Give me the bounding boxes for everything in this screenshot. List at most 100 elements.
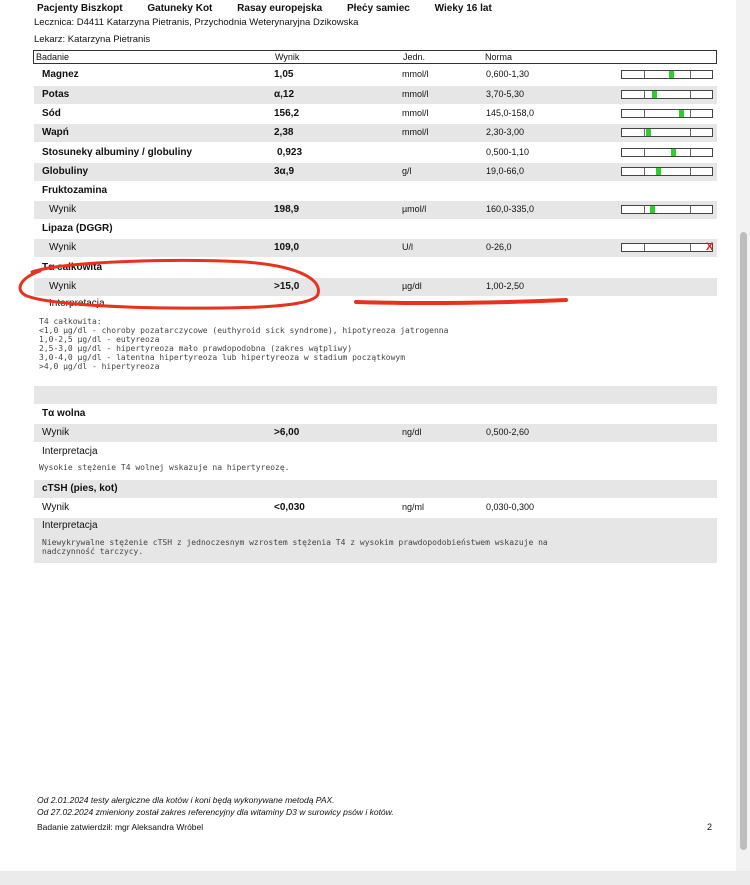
- test-unit: g/l: [402, 166, 412, 176]
- test-name: Stosunekγ albuminy / globuliny: [42, 147, 193, 158]
- range-gauge: [621, 167, 713, 176]
- result-label: Wynik: [42, 427, 70, 438]
- test-norm: 0,600-1,30: [486, 69, 530, 79]
- bottom-bar: [0, 871, 750, 885]
- report-page: Pacjenty Biszkopt Gatuneky Kot Rasay eur…: [0, 0, 736, 885]
- section-title: Tα całkowita: [34, 259, 717, 277]
- range-marker: [646, 129, 651, 136]
- test-norm: 0,500-2,60: [486, 427, 530, 437]
- test-name: Lipaza (DGGR): [42, 223, 113, 234]
- test-unit: U/l: [402, 242, 413, 252]
- patient-name: Pacjenty Biszkopt: [37, 3, 123, 14]
- col-unit: Jedn.: [403, 52, 426, 62]
- spacer-row: [34, 386, 717, 404]
- range-gauge: [621, 109, 713, 118]
- page-number: 2: [707, 822, 713, 832]
- test-name: Tα całkowita: [42, 262, 103, 273]
- range-marker: [679, 110, 684, 117]
- patient-breed: Rasay europejska: [237, 3, 323, 14]
- interpretation-label: Interpretacja: [42, 520, 98, 531]
- interpretation-label: Interpretacja: [42, 446, 98, 457]
- patient-species: Gatuneky Kot: [147, 3, 213, 14]
- table-row: Potas α,12 mmol/l 3,70-5,30: [34, 86, 717, 104]
- section-title: Lipaza (DGGR): [34, 220, 717, 238]
- test-unit: ng/ml: [402, 502, 425, 512]
- test-norm: 0-26,0: [486, 242, 512, 252]
- interpretation-text: Wysokie stężenie T4 wolnej wskazuje na h…: [39, 463, 290, 472]
- patient-age: Wieky 16 lat: [434, 3, 492, 14]
- test-value: 0,923: [277, 147, 303, 158]
- table-row: Wynik >15,0 µg/dl 1,00-2,50: [34, 278, 717, 296]
- result-label: Wynik: [49, 281, 77, 292]
- test-norm: 19,0-66,0: [486, 166, 525, 176]
- scrollbar[interactable]: [736, 0, 750, 885]
- test-value: >6,00: [274, 427, 300, 438]
- interpretation-text: Niewykrywalne stężenie cTSH z jednoczesn…: [42, 538, 548, 556]
- test-norm: 145,0-158,0: [486, 108, 535, 118]
- range-marker: [656, 168, 661, 175]
- test-name: Wapń: [42, 127, 69, 138]
- range-marker: [671, 149, 676, 156]
- test-norm: 3,70-5,30: [486, 89, 525, 99]
- test-value: >15,0: [274, 281, 300, 292]
- interpretation-text: T4 całkowita: <1,0 µg/dl - choroby pozata…: [39, 317, 449, 371]
- test-unit: µmol/l: [402, 204, 427, 214]
- table-row: Wynik >6,00 ng/dl 0,500-2,60: [34, 424, 717, 442]
- col-norm: Norma: [485, 52, 513, 62]
- out-of-range-icon: X: [706, 241, 714, 253]
- underline-mark: [354, 298, 568, 306]
- test-value: 3α,9: [274, 166, 295, 177]
- test-value: 156,2: [274, 108, 300, 119]
- test-norm: 160,0-335,0: [486, 204, 535, 214]
- table-row: Wynik 109,0 U/l 0-26,0 X: [34, 239, 717, 257]
- test-value: 1,05: [274, 69, 294, 80]
- test-norm: 0,030-0,300: [486, 502, 535, 512]
- test-norm: 0,500-1,10: [486, 147, 530, 157]
- footer-note: Od 2.01.2024 testy alergiczne dla kotów …: [37, 795, 335, 805]
- test-value: 2,38: [274, 127, 294, 138]
- table-row: Sód 156,2 mmol/l 145,0-158,0: [34, 105, 717, 123]
- patient-header: Pacjenty Biszkopt Gatuneky Kot Rasay eur…: [37, 3, 514, 14]
- table-row: Wynik <0,030 ng/ml 0,030-0,300: [34, 499, 717, 517]
- test-name: Potas: [42, 89, 70, 100]
- range-marker: [652, 91, 657, 98]
- range-gauge: [621, 205, 713, 214]
- range-marker: [669, 71, 674, 78]
- table-row: Globuliny 3α,9 g/l 19,0-66,0: [34, 163, 717, 181]
- range-gauge: [621, 70, 713, 79]
- range-gauge: [621, 90, 713, 99]
- section-title: Fruktozamina: [34, 182, 717, 200]
- test-value: <0,030: [274, 502, 305, 513]
- col-result: Wynik: [275, 52, 300, 62]
- col-test: Badanie: [36, 52, 70, 62]
- scrollbar-thumb[interactable]: [740, 232, 747, 850]
- test-name: Sód: [42, 108, 61, 119]
- range-marker: [650, 206, 655, 213]
- test-name: cTSH (pies, kot): [42, 483, 118, 494]
- test-unit: mmol/l: [402, 89, 429, 99]
- range-gauge: X: [621, 241, 714, 253]
- test-unit: mmol/l: [402, 69, 429, 79]
- range-gauge: [621, 128, 713, 137]
- test-name: Magnez: [42, 69, 79, 80]
- section-title: cTSH (pies, kot): [34, 480, 717, 498]
- interpretation-label: Interpretacja: [49, 298, 105, 309]
- test-norm: 2,30-3,00: [486, 127, 525, 137]
- table-row: Stosunekγ albuminy / globuliny 0,923 0,5…: [34, 144, 717, 162]
- table-row: Wapń 2,38 mmol/l 2,30-3,00: [34, 124, 717, 142]
- doctor-info: Lekarz: Katarzyna Pietranis: [34, 34, 151, 45]
- test-unit: mmol/l: [402, 108, 429, 118]
- patient-sex: Płeċy samiec: [347, 3, 410, 14]
- section-title: Tα wolna: [34, 405, 717, 423]
- test-value: 109,0: [274, 242, 300, 253]
- test-unit: µg/dl: [402, 281, 422, 291]
- table-row: Wynik 198,9 µmol/l 160,0-335,0: [34, 201, 717, 219]
- clinic-info: Lecznica: D4411 Katarzyna Pietranis, Prz…: [34, 17, 359, 28]
- test-unit: ng/dl: [402, 427, 422, 437]
- test-name: Fruktozamina: [42, 185, 108, 196]
- test-norm: 1,00-2,50: [486, 281, 525, 291]
- test-name: Tα wolna: [42, 408, 86, 419]
- result-label: Wynik: [49, 204, 77, 215]
- range-gauge: [621, 148, 713, 157]
- approved-by: Badanie zatwierdził: mgr Aleksandra Wrób…: [37, 822, 204, 832]
